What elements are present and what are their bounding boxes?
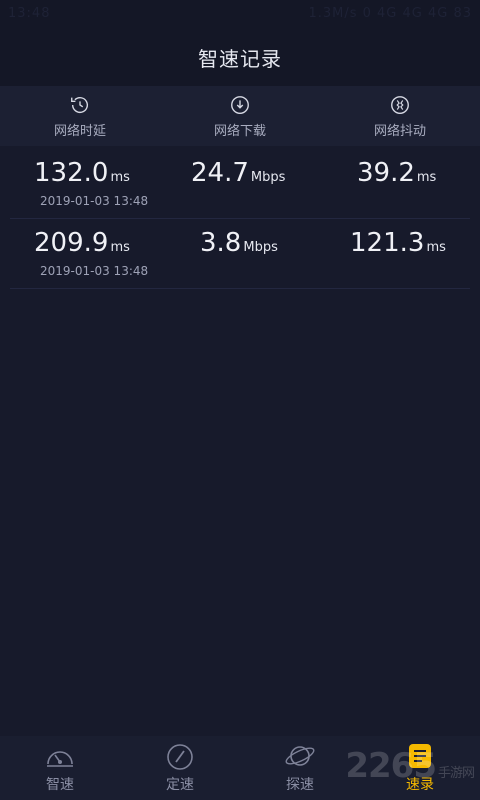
table-row[interactable]: 209.9 ms 3.8 Mbps 121.3 ms 2019-01-03 13:48 (10, 218, 470, 289)
latency-value: 132.0 (34, 158, 109, 188)
tab-tansu[interactable]: 探速 (240, 736, 360, 800)
watermark-text: 2265 (345, 746, 437, 786)
jitter-value: 39.2 (357, 158, 415, 188)
planet-icon (285, 746, 315, 766)
jitter-value: 121.3 (350, 228, 425, 258)
tab-zhisu[interactable]: 智速 (0, 736, 120, 800)
latency-unit: ms (110, 170, 130, 185)
download-unit: Mbps (250, 170, 286, 185)
speedometer-icon (47, 751, 73, 767)
column-jitter: 网络抖动 (320, 86, 480, 146)
table-row[interactable]: 132.0 ms 24.7 Mbps 39.2 ms 2019-01-03 13:48 (10, 148, 470, 219)
jitter-unit: ms (426, 240, 446, 255)
page-title: 智速记录 (198, 46, 282, 71)
column-latency: 网络时延 (0, 86, 160, 146)
tab-label: 智速 (46, 777, 74, 793)
tab-dingsu[interactable]: 定速 (120, 736, 240, 800)
latency-value: 209.9 (34, 228, 109, 258)
gauge-needle-icon (167, 744, 193, 770)
latency-cell: 132.0 ms (34, 158, 130, 188)
jitter-cell: 39.2 ms (357, 158, 436, 188)
jitter-icon (391, 95, 409, 114)
column-download: 网络下载 (160, 86, 320, 146)
record-timestamp: 2019-01-03 13:48 (40, 194, 149, 208)
latency-unit: ms (110, 240, 130, 255)
title-bar: 智速记录 (0, 28, 480, 86)
tab-label: 定速 (166, 777, 194, 793)
latency-clock-icon (71, 96, 88, 113)
tab-label: 探速 (286, 777, 314, 793)
jitter-cell: 121.3 ms (350, 228, 446, 258)
download-cell: 3.8 Mbps (200, 228, 278, 258)
download-value: 24.7 (191, 158, 249, 188)
download-cell: 24.7 Mbps (191, 158, 285, 188)
latency-cell: 209.9 ms (34, 228, 130, 258)
download-unit: Mbps (243, 240, 278, 255)
watermark-sub: 手游网 (437, 766, 475, 781)
status-bar: 13:48 1.3M/s 0 4G 4G 4G 83 (0, 0, 480, 28)
status-time: 13:48 (8, 6, 51, 21)
status-indicators: 1.3M/s 0 4G 4G 4G 83 (308, 6, 472, 21)
column-label-latency: 网络时延 (53, 123, 106, 139)
watermark: 2265 手游网 (345, 746, 475, 786)
column-label-jitter: 网络抖动 (373, 123, 426, 139)
download-arrow-icon (231, 95, 249, 114)
jitter-unit: ms (416, 170, 437, 185)
column-header: 网络时延 网络下载 网络抖动 (0, 86, 480, 146)
column-label-download: 网络下载 (213, 123, 266, 139)
download-value: 3.8 (200, 228, 242, 258)
record-timestamp: 2019-01-03 13:48 (40, 264, 149, 278)
